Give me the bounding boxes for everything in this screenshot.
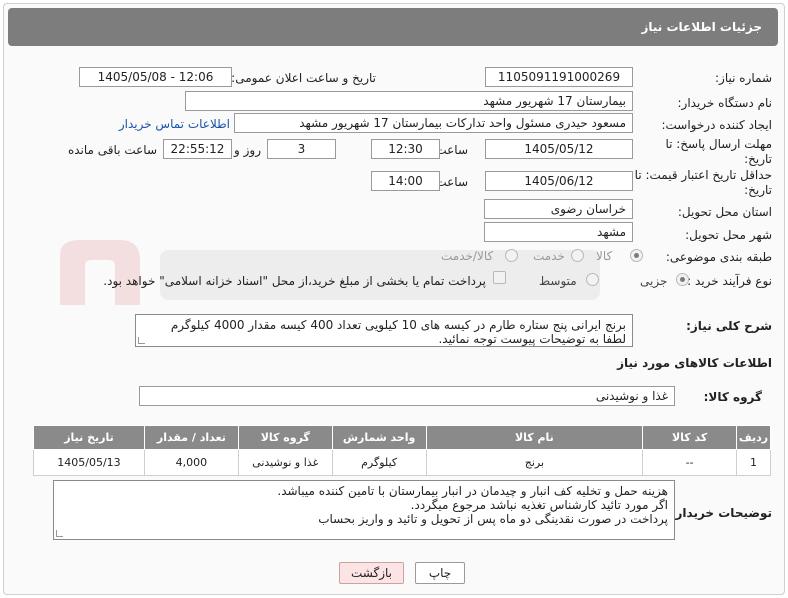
cell-row-number: 1 [736, 449, 771, 476]
col-header-name: نام کالا [425, 425, 644, 450]
city-field[interactable]: مشهد [484, 222, 633, 242]
province-field[interactable]: خراسان رضوی [484, 199, 633, 219]
buyer-org-label: نام دستگاه خریدار: [677, 96, 773, 110]
price-validity-label: حداقل تاریخ اعتبار قیمت: تا تاریخ: [634, 168, 772, 197]
cell-code: -- [642, 449, 738, 476]
category-option-service: خدمت [533, 249, 565, 263]
price-validity-time-label: ساعت [435, 175, 468, 189]
cell-name: برنج [425, 449, 644, 476]
category-label: طبقه بندی موضوعی: [665, 250, 772, 264]
process-type-label: نوع فرآیند خرید : [687, 274, 772, 288]
description-textarea[interactable]: برنج ایرانی پنج ستاره طارم در کیسه های 1… [135, 314, 633, 347]
buyer-note-line-3: پرداخت در صورت نقدینگی دو ماه پس از تحوی… [318, 512, 668, 526]
requester-field[interactable]: مسعود حیدری مسئول واحد تدارکات بیمارستان… [234, 113, 633, 133]
process-radio-minor[interactable] [676, 273, 689, 286]
cell-group: غذا و نوشیدنی [237, 449, 333, 476]
category-radio-goods-service[interactable] [505, 249, 518, 262]
description-label: شرح کلی نیاز: [686, 319, 772, 333]
buyer-note-line-2: اگر مورد تائید کارشناس تغذیه نباشد مرجوع… [410, 498, 668, 512]
window-title: جزئیات اطلاعات نیاز [8, 8, 778, 46]
reply-days-label: روز و [234, 143, 261, 157]
buyer-notes-textarea[interactable]: هزینه حمل و تخلیه کف انبار و چیدمان در ا… [53, 480, 675, 540]
treasury-payment-note: پرداخت تمام یا بخشی از مبلغ خرید،از محل … [103, 274, 486, 288]
table-row[interactable]: 1 -- برنج کیلوگرم غذا و نوشیدنی 4,000 14… [33, 449, 771, 476]
description-line-1: برنج ایرانی پنج ستاره طارم در کیسه های 1… [170, 318, 626, 332]
resize-handle[interactable] [138, 337, 145, 344]
buyer-org-field[interactable]: بیمارستان 17 شهریور مشهد [185, 91, 633, 111]
back-button[interactable]: بازگشت [339, 562, 404, 584]
resize-handle[interactable] [56, 530, 63, 537]
col-header-group: گروه کالا [237, 425, 333, 450]
print-button[interactable]: چاپ [415, 562, 465, 584]
goods-group-field[interactable]: غذا و نوشیدنی [139, 386, 675, 406]
process-option-minor: جزیی [640, 274, 668, 288]
category-radio-service[interactable] [571, 249, 584, 262]
remaining-time-label: ساعت باقی مانده [67, 143, 157, 157]
col-header-code: کد کالا [642, 425, 738, 450]
col-header-row: ردیف [736, 425, 771, 450]
col-header-unit: واحد شمارش [331, 425, 427, 450]
treasury-payment-checkbox[interactable] [493, 271, 506, 284]
cell-date: 1405/05/13 [33, 449, 145, 476]
reply-deadline-time-label: ساعت [435, 143, 468, 157]
col-header-quantity: تعداد / مقدار [143, 425, 239, 450]
need-number-field[interactable]: 1105091191000269 [485, 67, 633, 87]
process-radio-medium[interactable] [586, 273, 599, 286]
city-label: شهر محل تحویل: [685, 228, 772, 242]
category-radio-goods[interactable] [630, 249, 643, 262]
remaining-time-field[interactable]: 22:55:12 [163, 139, 232, 159]
province-label: استان محل تحویل: [677, 205, 772, 219]
need-number-label: شماره نیاز: [715, 71, 772, 85]
description-line-2: لطفا به توضیحات پیوست توجه نمائید. [438, 332, 626, 346]
announce-datetime-label: تاریخ و ساعت اعلان عمومی: [231, 71, 376, 85]
category-option-goods: کالا [596, 249, 613, 263]
cell-quantity: 4,000 [143, 449, 239, 476]
items-table: ردیف کد کالا نام کالا واحد شمارش گروه کا… [33, 425, 771, 476]
process-option-medium: متوسط [539, 274, 577, 288]
buyer-notes-label: توضیحات خریدار: [670, 506, 772, 520]
reply-deadline-date[interactable]: 1405/05/12 [485, 139, 633, 159]
buyer-note-line-1: هزینه حمل و تخلیه کف انبار و چیدمان در ا… [277, 484, 668, 498]
category-option-goods-service: کالا/خدمت [441, 249, 494, 263]
requester-label: ایجاد کننده درخواست: [661, 118, 772, 132]
col-header-date: تاریخ نیاز [33, 425, 145, 450]
goods-group-label: گروه کالا: [703, 390, 762, 404]
reply-deadline-label: مهلت ارسال پاسخ: تا تاریخ: [665, 137, 772, 166]
table-header-row: ردیف کد کالا نام کالا واحد شمارش گروه کا… [33, 425, 771, 450]
price-validity-time[interactable]: 14:00 [371, 171, 440, 191]
goods-info-title: اطلاعات کالاهای مورد نیاز [617, 356, 772, 370]
price-validity-date[interactable]: 1405/06/12 [485, 171, 633, 191]
announce-datetime-field[interactable]: 1405/05/08 - 12:06 [79, 67, 232, 87]
buyer-contact-link[interactable]: اطلاعات تماس خریدار [119, 117, 230, 131]
reply-days-field[interactable]: 3 [267, 139, 336, 159]
reply-deadline-time[interactable]: 12:30 [371, 139, 440, 159]
cell-unit: کیلوگرم [331, 449, 427, 476]
